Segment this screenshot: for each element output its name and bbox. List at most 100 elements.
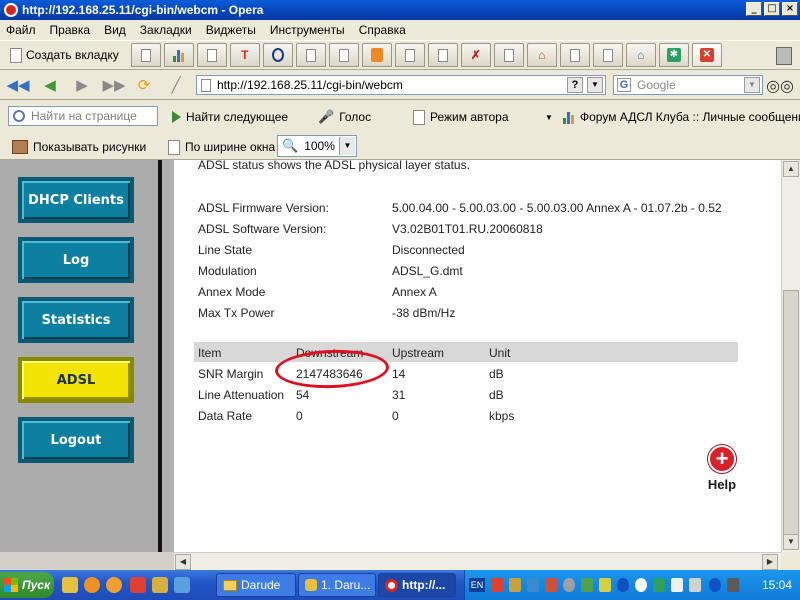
menu-edit[interactable]: Правка	[50, 23, 91, 37]
logout-button[interactable]: Logout	[18, 417, 134, 463]
search-field[interactable]: G Google ▼	[613, 75, 763, 95]
start-button[interactable]: Пуск	[0, 572, 54, 598]
tray-network-icon[interactable]	[527, 578, 539, 592]
menu-file[interactable]: Файл	[6, 23, 36, 37]
page-icon	[413, 109, 425, 125]
vertical-scrollbar[interactable]: ▲ ▼	[781, 160, 800, 552]
log-button[interactable]: Log	[18, 237, 134, 283]
tab-page[interactable]	[493, 43, 524, 67]
info-value: 5.00.04.00 - 5.00.03.00 - 5.00.03.00 Ann…	[392, 201, 722, 215]
opera-icon	[4, 3, 18, 17]
back-button[interactable]: ◀	[40, 75, 60, 95]
close-button[interactable]: ×	[782, 2, 798, 16]
menu-tools[interactable]: Инструменты	[270, 23, 345, 37]
tab-chart[interactable]	[163, 43, 194, 67]
tab-page[interactable]	[394, 43, 425, 67]
menu-help[interactable]: Справка	[359, 23, 406, 37]
tab-active[interactable]: ✕	[691, 43, 722, 67]
glasses-icon[interactable]: ◎◎	[766, 76, 794, 96]
quicklaunch-music-icon[interactable]	[84, 577, 100, 593]
edit-button[interactable]: ╱	[166, 75, 186, 95]
trash-icon[interactable]	[776, 47, 792, 65]
tab-page[interactable]	[559, 43, 590, 67]
rewind-button[interactable]: ◀◀	[6, 75, 29, 95]
tab-page[interactable]	[427, 43, 458, 67]
tab-green-site[interactable]: ✱	[658, 43, 689, 67]
tray-info-icon[interactable]	[671, 578, 683, 592]
scroll-down-icon[interactable]: ▼	[783, 534, 799, 550]
taskbar-window-opera[interactable]: http://...	[378, 573, 456, 597]
quicklaunch-pen-icon[interactable]	[62, 577, 78, 593]
zoom-dropdown[interactable]: ▼	[339, 137, 355, 155]
fit-width-button[interactable]: По ширине окна	[168, 138, 275, 156]
menu-bookmarks[interactable]: Закладки	[140, 23, 192, 37]
quicklaunch-email-icon[interactable]	[106, 577, 122, 593]
bluetooth-icon[interactable]	[617, 578, 629, 592]
tray-volume-icon[interactable]	[689, 578, 701, 592]
horizontal-scrollbar[interactable]: ◀ ▶	[174, 552, 781, 570]
tray-tools-icon[interactable]	[509, 578, 521, 592]
taskbar-window-label: 1. Daru...	[321, 578, 371, 592]
tab-circle-site[interactable]	[262, 43, 293, 67]
tab-page[interactable]	[328, 43, 359, 67]
language-indicator[interactable]: EN	[469, 578, 485, 592]
zoom-select[interactable]: 🔍 100% ▼	[277, 135, 357, 157]
scroll-thumb[interactable]	[783, 290, 799, 540]
reload-button[interactable]: ⟳	[134, 75, 154, 95]
menu-widgets[interactable]: Виджеты	[206, 23, 256, 37]
minimize-button[interactable]: _	[746, 2, 762, 16]
show-images-button[interactable]: Показывать рисунки	[12, 138, 146, 156]
scroll-left-icon[interactable]: ◀	[175, 554, 191, 570]
maximize-button[interactable]: □	[764, 2, 780, 16]
scroll-up-icon[interactable]: ▲	[783, 161, 799, 177]
tab-page[interactable]	[592, 43, 623, 67]
tab-page[interactable]	[295, 43, 326, 67]
tray-pen-icon[interactable]	[599, 578, 611, 592]
tab-red-site[interactable]: ✗	[460, 43, 491, 67]
tray-monitor-icon[interactable]	[581, 578, 593, 592]
adsl-button[interactable]: ADSL	[18, 357, 134, 403]
close-tab-icon[interactable]: ✕	[699, 48, 714, 62]
search-engine-dropdown[interactable]: ▼	[744, 77, 760, 93]
forward-button[interactable]: ▶	[72, 75, 92, 95]
site-info-button[interactable]: ?	[567, 77, 583, 93]
voice-button[interactable]: 🎤 Голос	[318, 108, 371, 126]
bluetooth-icon[interactable]	[709, 578, 721, 592]
quicklaunch-tool-icon[interactable]	[152, 577, 168, 593]
author-mode-button[interactable]: Режим автора	[413, 108, 509, 126]
address-dropdown[interactable]: ▼	[587, 77, 603, 93]
taskbar-window-player[interactable]: 1. Daru...	[298, 573, 376, 597]
statistics-button[interactable]: Statistics	[18, 297, 134, 343]
router-sidebar: DHCP Clients Log Statistics ADSL Logout	[0, 160, 158, 552]
tab-one-site[interactable]	[361, 43, 392, 67]
quicklaunch-app-icon[interactable]	[130, 577, 146, 593]
scroll-right-icon[interactable]: ▶	[762, 554, 778, 570]
find-next-button[interactable]: Найти следующее	[172, 108, 288, 126]
clock[interactable]: 15:04	[762, 578, 792, 592]
fast-forward-button[interactable]: ▶▶	[102, 75, 125, 95]
help-button[interactable]: + Help	[702, 445, 742, 492]
bookmark-forum[interactable]: Форум АДСЛ Клуба :: Личные сообщения	[563, 108, 800, 126]
tray-opera-icon[interactable]	[491, 578, 503, 592]
quicklaunch-browser-icon[interactable]	[174, 577, 190, 593]
tray-speaker-icon[interactable]	[727, 578, 739, 592]
dhcp-clients-button[interactable]: DHCP Clients	[18, 177, 134, 223]
red-logo-icon: ✗	[470, 48, 481, 62]
tab-page[interactable]	[130, 43, 161, 67]
menu-view[interactable]: Вид	[104, 23, 126, 37]
tab-page[interactable]	[196, 43, 227, 67]
find-in-page-input[interactable]: Найти на странице	[8, 106, 158, 126]
tray-disk-icon[interactable]	[563, 578, 575, 592]
t-logo-icon: T	[241, 48, 249, 62]
tray-settings-icon[interactable]	[653, 578, 665, 592]
panel-dropdown[interactable]: ▼	[545, 108, 553, 126]
tab-home-site[interactable]: ⌂	[526, 43, 557, 67]
tab-house-site[interactable]: ⌂	[625, 43, 656, 67]
tray-shield-icon[interactable]	[545, 578, 557, 592]
tray-power-icon[interactable]	[635, 578, 647, 592]
new-tab-button[interactable]: Создать вкладку	[4, 43, 125, 67]
tab-t-site[interactable]: T	[229, 43, 260, 67]
taskbar-window-darude[interactable]: Darude	[216, 573, 296, 597]
address-field[interactable]: http://192.168.25.11/cgi-bin/webcm ? ▼	[196, 75, 606, 95]
zoom-icon: 🔍	[282, 138, 299, 153]
